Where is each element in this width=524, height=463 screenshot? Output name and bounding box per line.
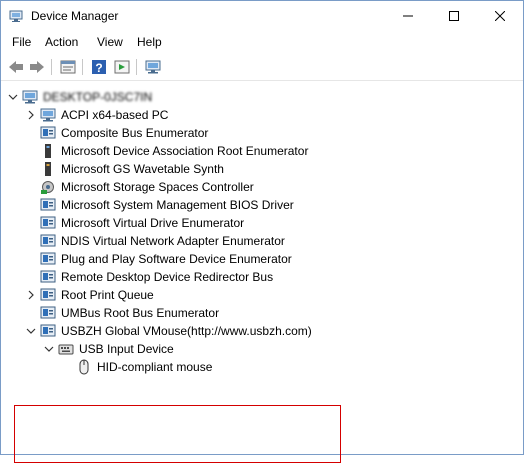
wavetable-icon xyxy=(45,162,51,176)
root-computer-name: DESKTOP-0JSC7IN xyxy=(43,90,153,104)
tree-item-label: Microsoft Device Association Root Enumer… xyxy=(61,144,309,158)
tree-item-label: NDIS Virtual Network Adapter Enumerator xyxy=(61,234,285,248)
tree-root[interactable]: DESKTOP-0JSC7IN xyxy=(8,88,152,106)
scan-hardware-icon[interactable] xyxy=(144,58,162,76)
expander-placeholder xyxy=(26,164,36,174)
tree-item-label: USB Input Device xyxy=(79,342,174,356)
tree-item-label: Microsoft System Management BIOS Driver xyxy=(61,198,294,212)
expander-placeholder xyxy=(26,308,36,318)
tree-item[interactable]: Microsoft Storage Spaces Controller xyxy=(26,178,254,196)
tree-item-label: Microsoft GS Wavetable Synth xyxy=(61,162,224,176)
system-device-icon xyxy=(40,126,56,139)
expander-placeholder xyxy=(62,362,72,372)
tree-item-label: HID-compliant mouse xyxy=(97,360,213,374)
chevron-down-icon[interactable] xyxy=(44,344,54,354)
device-association-icon xyxy=(45,144,51,158)
system-device-icon xyxy=(40,234,56,247)
minimize-button[interactable] xyxy=(385,1,431,31)
menu-view[interactable]: View xyxy=(97,35,123,49)
mouse-icon xyxy=(79,359,89,375)
device-manager-app-icon xyxy=(9,10,23,22)
hid-keyboard-icon xyxy=(58,344,74,355)
toolbar-separator xyxy=(82,59,83,75)
system-device-icon xyxy=(40,324,56,337)
expander-placeholder xyxy=(26,128,36,138)
tree-item-label: Plug and Play Software Device Enumerator xyxy=(61,252,292,266)
tree-item-label: Microsoft Storage Spaces Controller xyxy=(61,180,254,194)
tree-item[interactable]: Plug and Play Software Device Enumerator xyxy=(26,250,292,268)
close-icon xyxy=(495,11,505,21)
svg-text:?: ? xyxy=(95,61,102,75)
tree-item[interactable]: Microsoft GS Wavetable Synth xyxy=(26,160,224,178)
system-device-icon xyxy=(40,198,56,211)
expander-placeholder xyxy=(26,272,36,282)
toolbar: ? xyxy=(1,54,523,81)
expander-placeholder xyxy=(26,218,36,228)
properties-icon[interactable] xyxy=(59,58,77,76)
system-device-icon xyxy=(40,270,56,283)
computer-icon xyxy=(40,108,56,122)
title-bar[interactable]: Device Manager xyxy=(1,1,523,31)
back-icon[interactable] xyxy=(7,58,25,76)
update-driver-icon[interactable] xyxy=(113,58,131,76)
tree-item[interactable]: Microsoft System Management BIOS Driver xyxy=(26,196,294,214)
expander-placeholder xyxy=(26,236,36,246)
minimize-icon xyxy=(403,15,413,17)
system-device-icon xyxy=(40,252,56,265)
tree-item-label: Microsoft Virtual Drive Enumerator xyxy=(61,216,245,230)
chevron-right-icon[interactable] xyxy=(26,110,36,120)
help-icon[interactable]: ? xyxy=(90,58,108,76)
tree-item[interactable]: NDIS Virtual Network Adapter Enumerator xyxy=(26,232,285,250)
tree-item[interactable]: Remote Desktop Device Redirector Bus xyxy=(26,268,273,286)
system-device-icon xyxy=(40,306,56,319)
system-device-icon xyxy=(40,288,56,301)
tree-item[interactable]: ACPI x64-based PC xyxy=(26,106,168,124)
tree-item-label: USBZH Global VMouse(http://www.usbzh.com… xyxy=(61,324,312,338)
tree-item-label: ACPI x64-based PC xyxy=(61,108,169,122)
menu-help[interactable]: Help xyxy=(137,35,162,49)
tree-item[interactable]: Composite Bus Enumerator xyxy=(26,124,208,142)
close-button[interactable] xyxy=(477,1,523,31)
forward-icon[interactable] xyxy=(28,58,46,76)
computer-icon xyxy=(22,90,38,104)
expander-placeholder xyxy=(26,182,36,192)
expander-placeholder xyxy=(26,200,36,210)
tree-item-label: UMBus Root Bus Enumerator xyxy=(61,306,220,320)
device-tree[interactable]: DESKTOP-0JSC7IN ACPI x64-based PC Composi… xyxy=(1,85,523,463)
chevron-down-icon[interactable] xyxy=(8,92,18,102)
tree-item-label: Root Print Queue xyxy=(61,288,154,302)
window-title: Device Manager xyxy=(31,9,119,23)
menu-file[interactable]: File xyxy=(12,35,31,49)
tree-item[interactable]: HID-compliant mouse xyxy=(62,358,212,376)
tree-item[interactable]: USBZH Global VMouse(http://www.usbzh.com… xyxy=(26,322,312,340)
expander-placeholder xyxy=(26,146,36,156)
expander-placeholder xyxy=(26,254,36,264)
toolbar-separator xyxy=(136,59,137,75)
tree-item[interactable]: Microsoft Virtual Drive Enumerator xyxy=(26,214,244,232)
tree-item[interactable]: Root Print Queue xyxy=(26,286,154,304)
tree-item[interactable]: UMBus Root Bus Enumerator xyxy=(26,304,219,322)
chevron-down-icon[interactable] xyxy=(26,326,36,336)
maximize-button[interactable] xyxy=(431,1,477,31)
storage-controller-icon xyxy=(41,181,54,194)
tree-item[interactable]: Microsoft Device Association Root Enumer… xyxy=(26,142,308,160)
tree-item[interactable]: USB Input Device xyxy=(44,340,174,358)
chevron-right-icon[interactable] xyxy=(26,290,36,300)
tree-item-label: Remote Desktop Device Redirector Bus xyxy=(61,270,274,284)
toolbar-separator xyxy=(51,59,52,75)
tree-item-label: Composite Bus Enumerator xyxy=(61,126,209,140)
device-manager-window: Device Manager File Action View Help ? D… xyxy=(0,0,524,463)
menu-action[interactable]: Action xyxy=(45,35,78,49)
highlight-annotation-box xyxy=(14,405,341,463)
system-device-icon xyxy=(40,216,56,229)
menu-bar: File Action View Help xyxy=(1,32,523,53)
maximize-icon xyxy=(449,11,459,21)
